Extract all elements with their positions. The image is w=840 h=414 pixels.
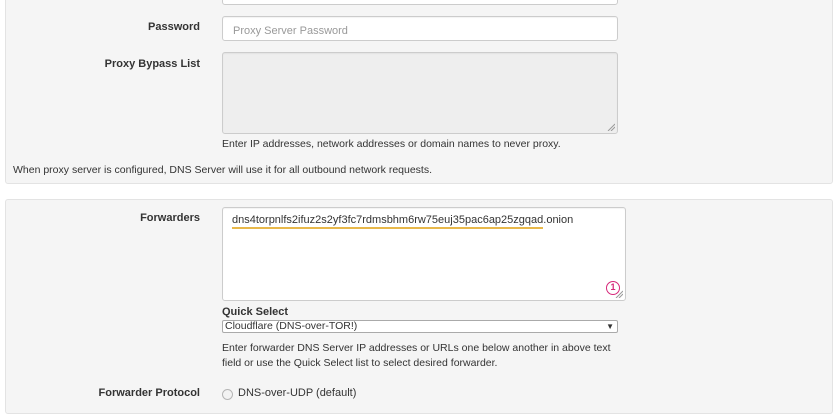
bypass-list-label: Proxy Bypass List [104, 58, 200, 70]
bypass-help-text: Enter IP addresses, network addresses or… [222, 138, 561, 150]
resize-handle-icon[interactable] [615, 290, 623, 298]
quick-select-value: Cloudflare (DNS-over-TOR!) [225, 320, 358, 332]
forwarders-label: Forwarders [140, 212, 200, 224]
quick-select-title: Quick Select [222, 306, 289, 318]
resize-handle-icon[interactable] [607, 123, 615, 131]
forwarders-help-line2: field or use the Quick Select list to se… [222, 357, 498, 369]
forwarders-help-line1: Enter forwarder DNS Server IP addresses … [222, 342, 611, 354]
forwarders-value-host: dns4torpnlfs2ifuz2s2yf3fc7rdmsbhm6rw75eu… [232, 214, 544, 229]
forwarders-textarea[interactable]: dns4torpnlfs2ifuz2s2yf3fc7rdmsbhm6rw75eu… [222, 207, 626, 301]
proxy-password-input[interactable]: Proxy Server Password [222, 16, 618, 41]
dropdown-arrow-icon: ▼ [606, 322, 614, 331]
forwarders-value-suffix: .onion [543, 214, 574, 226]
proxy-footer-note: When proxy server is configured, DNS Ser… [13, 164, 433, 176]
proxy-username-input[interactable] [222, 0, 618, 5]
forwarders-value: dns4torpnlfs2ifuz2s2yf3fc7rdmsbhm6rw75eu… [232, 214, 574, 229]
protocol-udp-radio[interactable] [222, 389, 233, 400]
password-label: Password [148, 21, 200, 33]
forwarder-protocol-label: Forwarder Protocol [98, 387, 200, 399]
protocol-udp-label[interactable]: DNS-over-UDP (default) [238, 387, 356, 399]
password-placeholder: Proxy Server Password [233, 25, 348, 37]
quick-select-dropdown[interactable]: Cloudflare (DNS-over-TOR!) ▼ [222, 320, 618, 333]
proxy-bypass-textarea[interactable] [222, 52, 618, 134]
